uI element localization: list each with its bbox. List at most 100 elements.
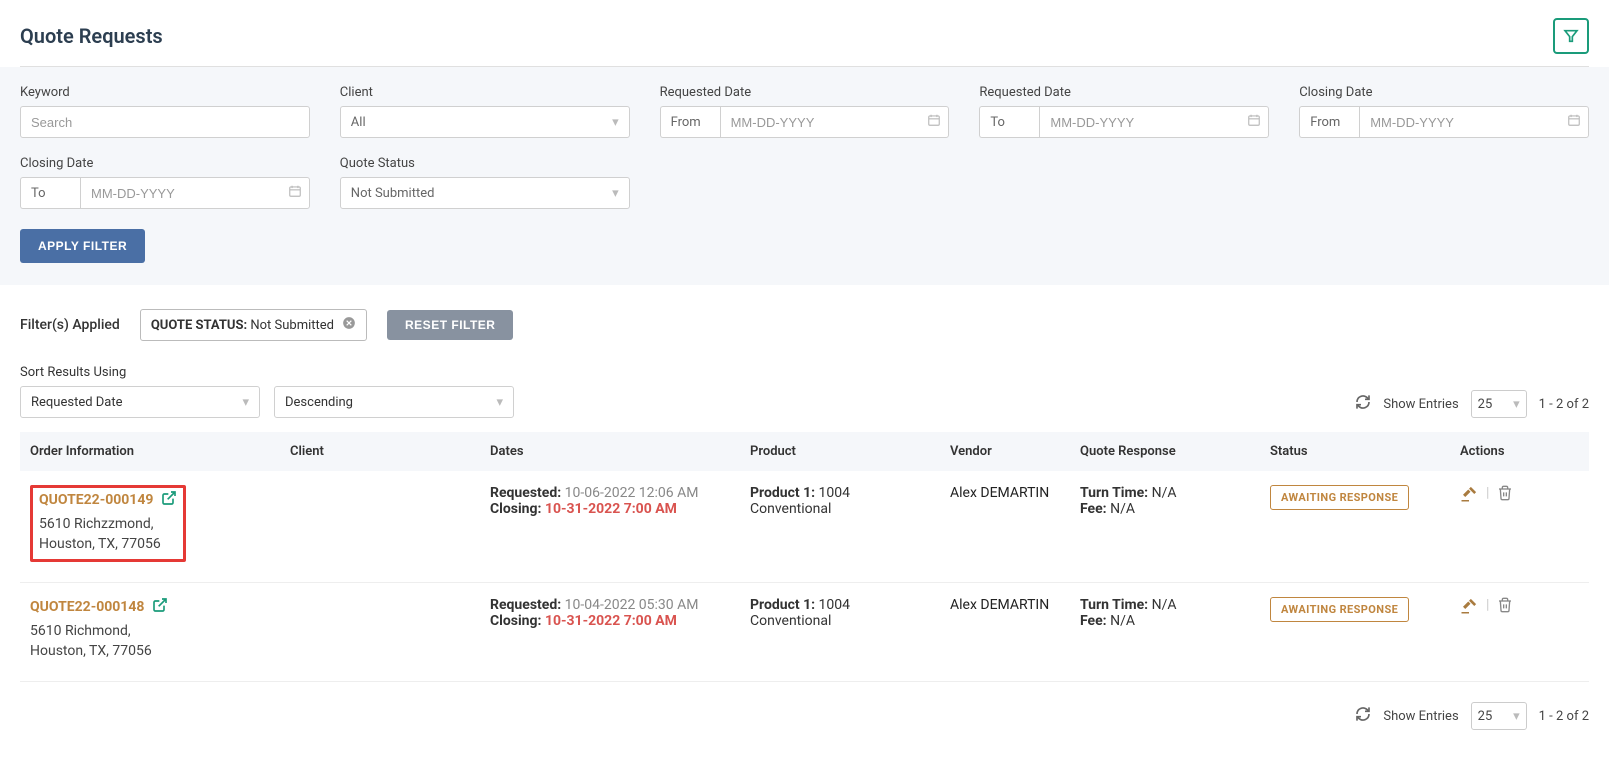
refresh-icon[interactable] bbox=[1355, 394, 1371, 414]
requested-from-input[interactable] bbox=[720, 106, 950, 138]
gavel-icon[interactable] bbox=[1460, 597, 1478, 619]
requested-to-label: Requested Date bbox=[979, 85, 1269, 100]
status-select[interactable]: Not Submitted ▾ bbox=[340, 177, 630, 209]
chip-value: Not Submitted bbox=[250, 318, 334, 333]
filters-applied-label: Filter(s) Applied bbox=[20, 317, 120, 333]
client-cell bbox=[280, 597, 480, 662]
closing-value: 10-31-2022 7:00 AM bbox=[545, 501, 677, 517]
closing-to-input[interactable] bbox=[80, 177, 310, 209]
closing-label: Closing: bbox=[490, 501, 545, 517]
entries-value: 25 bbox=[1478, 709, 1493, 724]
requested-value: 10-06-2022 12:06 AM bbox=[565, 485, 699, 501]
turn-time-label: Turn Time: bbox=[1080, 485, 1152, 501]
sort-field-select[interactable]: Requested Date ▾ bbox=[20, 386, 260, 418]
chip-remove-icon[interactable] bbox=[342, 316, 356, 334]
external-link-icon bbox=[152, 597, 168, 617]
dates-cell: Requested: 10-06-2022 12:06 AMClosing: 1… bbox=[480, 485, 740, 562]
apply-filter-button[interactable]: APPLY FILTER bbox=[20, 229, 145, 263]
fee-label: Fee: bbox=[1080, 613, 1110, 629]
chevron-down-icon: ▾ bbox=[1513, 397, 1520, 412]
table-header-row: Order Information Client Dates Product V… bbox=[20, 432, 1589, 471]
status-badge: AWAITING RESPONSE bbox=[1270, 597, 1409, 622]
product-cell: Product 1: 1004 Conventional bbox=[740, 597, 940, 662]
closing-value: 10-31-2022 7:00 AM bbox=[545, 613, 677, 629]
sort-field-value: Requested Date bbox=[31, 395, 123, 410]
closing-from-input[interactable] bbox=[1359, 106, 1589, 138]
requested-from-prefix: From bbox=[660, 106, 720, 138]
table-row: QUOTE22-000148 5610 Richmond,Houston, TX… bbox=[20, 583, 1589, 683]
chevron-down-icon: ▾ bbox=[612, 186, 619, 201]
product-label: Product 1: bbox=[750, 597, 819, 613]
closing-label: Closing: bbox=[490, 613, 545, 629]
vendor-cell: Alex DEMARTIN bbox=[940, 485, 1070, 562]
col-status: Status bbox=[1260, 444, 1450, 459]
page-title: Quote Requests bbox=[20, 24, 163, 48]
entries-per-page-select[interactable]: 25 ▾ bbox=[1471, 390, 1527, 418]
chevron-down-icon: ▾ bbox=[242, 395, 249, 410]
col-vendor: Vendor bbox=[940, 444, 1070, 459]
client-cell bbox=[280, 485, 480, 562]
action-separator: | bbox=[1486, 597, 1489, 613]
fee-label: Fee: bbox=[1080, 501, 1110, 517]
col-product: Product bbox=[740, 444, 940, 459]
order-cell: QUOTE22-000148 5610 Richmond,Houston, TX… bbox=[20, 597, 280, 662]
refresh-icon[interactable] bbox=[1355, 706, 1371, 726]
fee-value: N/A bbox=[1110, 613, 1135, 629]
trash-icon[interactable] bbox=[1497, 485, 1513, 505]
filter-icon bbox=[1563, 28, 1579, 44]
status-select-value: Not Submitted bbox=[351, 186, 435, 201]
show-entries-label: Show Entries bbox=[1383, 709, 1458, 724]
col-response: Quote Response bbox=[1070, 444, 1260, 459]
table-row: QUOTE22-000149 5610 Richzzmond,Houston, … bbox=[20, 471, 1589, 583]
fee-value: N/A bbox=[1110, 501, 1135, 517]
chevron-down-icon: ▾ bbox=[496, 395, 503, 410]
filter-panel: Keyword Client All ▾ Requested Date From bbox=[0, 67, 1609, 285]
applied-filter-chip: QUOTE STATUS: Not Submitted bbox=[140, 309, 367, 341]
chevron-down-icon: ▾ bbox=[612, 115, 619, 130]
address-line1: 5610 Richmond, bbox=[30, 621, 270, 641]
requested-value: 10-04-2022 05:30 AM bbox=[565, 597, 699, 613]
client-select[interactable]: All ▾ bbox=[340, 106, 630, 138]
client-label: Client bbox=[340, 85, 630, 100]
external-link-icon bbox=[161, 490, 177, 510]
requested-label: Requested: bbox=[490, 597, 565, 613]
status-badge: AWAITING RESPONSE bbox=[1270, 485, 1409, 510]
keyword-label: Keyword bbox=[20, 85, 310, 100]
pagination-range: 1 - 2 of 2 bbox=[1539, 397, 1589, 412]
gavel-icon[interactable] bbox=[1460, 485, 1478, 507]
col-order: Order Information bbox=[20, 444, 280, 459]
chip-prefix: QUOTE STATUS: bbox=[151, 318, 251, 333]
filter-toggle-button[interactable] bbox=[1553, 18, 1589, 54]
col-dates: Dates bbox=[480, 444, 740, 459]
sort-direction-select[interactable]: Descending ▾ bbox=[274, 386, 514, 418]
client-select-value: All bbox=[351, 115, 366, 130]
entries-per-page-select[interactable]: 25 ▾ bbox=[1471, 702, 1527, 730]
quote-id-link[interactable]: QUOTE22-000148 bbox=[30, 597, 168, 617]
turn-time-value: N/A bbox=[1152, 597, 1177, 613]
closing-to-prefix: To bbox=[20, 177, 80, 209]
closing-to-label: Closing Date bbox=[20, 156, 310, 171]
product-label: Product 1: bbox=[750, 485, 819, 501]
address-line2: Houston, TX, 77056 bbox=[30, 641, 270, 661]
sort-direction-value: Descending bbox=[285, 395, 353, 410]
show-entries-label: Show Entries bbox=[1383, 397, 1458, 412]
sort-label: Sort Results Using bbox=[20, 365, 514, 380]
status-cell: AWAITING RESPONSE bbox=[1260, 597, 1450, 662]
requested-to-prefix: To bbox=[979, 106, 1039, 138]
trash-icon[interactable] bbox=[1497, 597, 1513, 617]
col-actions: Actions bbox=[1450, 444, 1560, 459]
address-line1: 5610 Richzzmond, bbox=[39, 514, 177, 534]
requested-from-label: Requested Date bbox=[660, 85, 950, 100]
closing-from-prefix: From bbox=[1299, 106, 1359, 138]
turn-time-label: Turn Time: bbox=[1080, 597, 1152, 613]
order-cell: QUOTE22-000149 5610 Richzzmond,Houston, … bbox=[20, 485, 280, 562]
quotes-table: Order Information Client Dates Product V… bbox=[20, 432, 1589, 682]
keyword-input[interactable] bbox=[20, 106, 310, 138]
reset-filter-button[interactable]: RESET FILTER bbox=[387, 310, 513, 340]
quote-id-link[interactable]: QUOTE22-000149 bbox=[39, 490, 177, 510]
chevron-down-icon: ▾ bbox=[1513, 709, 1520, 724]
actions-cell: | bbox=[1450, 485, 1560, 562]
pagination-range: 1 - 2 of 2 bbox=[1539, 709, 1589, 724]
requested-to-input[interactable] bbox=[1039, 106, 1269, 138]
response-cell: Turn Time: N/AFee: N/A bbox=[1070, 597, 1260, 662]
